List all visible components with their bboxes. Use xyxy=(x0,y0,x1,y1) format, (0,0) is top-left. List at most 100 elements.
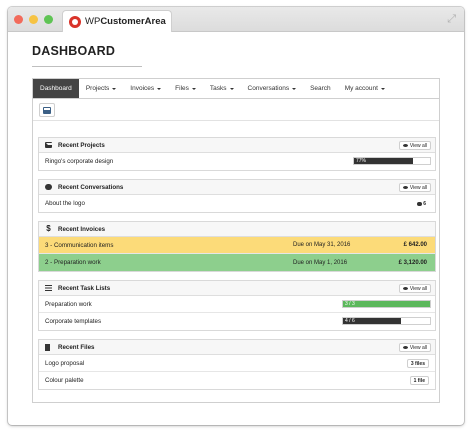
file-icon xyxy=(45,343,50,351)
recent-tasks-box: Recent Task Lists View all Preparation w… xyxy=(38,280,436,331)
recent-projects-title: Recent Projects xyxy=(58,141,105,149)
task-list-row[interactable]: Preparation work 3 / 3 xyxy=(39,296,435,313)
brand-name: WPCustomerArea xyxy=(85,16,166,27)
chevron-down-icon xyxy=(380,87,385,90)
recent-invoices-box: $ Recent Invoices 3 - Communication item… xyxy=(38,221,436,272)
conversation-row[interactable]: About the logo 6 xyxy=(39,195,435,212)
view-all-label: View all xyxy=(409,285,427,292)
recent-invoices-header: $ Recent Invoices xyxy=(39,222,435,237)
brand-suffix: CustomerArea xyxy=(100,16,166,27)
browser-tab[interactable]: WPCustomerArea xyxy=(62,10,172,32)
nav-files[interactable]: Files xyxy=(168,79,203,98)
recent-conversations-header: Recent Conversations View all xyxy=(39,180,435,195)
comments-icon xyxy=(417,201,423,206)
recent-invoices-title: Recent Invoices xyxy=(58,225,106,233)
nav-tasks-label: Tasks xyxy=(209,85,227,92)
view-all-projects-button[interactable]: View all xyxy=(398,141,431,150)
nav-dashboard[interactable]: Dashboard xyxy=(33,79,79,98)
chevron-down-icon xyxy=(157,87,162,90)
recent-projects-header: Recent Projects View all xyxy=(39,138,435,153)
view-all-tasks-button[interactable]: View all xyxy=(398,284,431,293)
window-titlebar: WPCustomerArea ⤢ xyxy=(8,7,464,32)
nav-search[interactable]: Search xyxy=(303,79,338,98)
title-divider xyxy=(32,66,142,67)
view-all-label: View all xyxy=(409,142,427,149)
eye-icon xyxy=(402,346,408,349)
maximize-window-button[interactable] xyxy=(44,15,53,24)
view-all-conversations-button[interactable]: View all xyxy=(398,183,431,192)
chevron-down-icon xyxy=(292,87,297,90)
nav-tasks[interactable]: Tasks xyxy=(203,79,241,98)
eye-icon xyxy=(402,287,408,290)
nav-conversations[interactable]: Conversations xyxy=(241,79,304,98)
recent-conversations-box: Recent Conversations View all About the … xyxy=(38,179,436,213)
task-list-name: Preparation work xyxy=(45,300,92,308)
nav-projects[interactable]: Projects xyxy=(79,79,123,98)
project-row[interactable]: Ringo's corporate design 77% xyxy=(39,153,435,170)
reply-count-badge: 6 xyxy=(414,199,429,208)
fullscreen-icon[interactable]: ⤢ xyxy=(447,13,456,26)
recent-projects-box: Recent Projects View all Ringo's corpora… xyxy=(38,137,436,171)
invoice-name: 3 - Communication items xyxy=(45,241,114,249)
chevron-down-icon xyxy=(229,87,234,90)
page-title: DASHBOARD xyxy=(32,44,116,58)
nav-my-account[interactable]: My account xyxy=(338,79,392,98)
recent-conversations-title: Recent Conversations xyxy=(58,183,124,191)
dollar-icon: $ xyxy=(46,224,51,233)
main-nav: Dashboard Projects Invoices Files Tasks … xyxy=(33,79,439,99)
file-count-badge: 3 files xyxy=(406,359,429,368)
task-progress-bar: 4 / 6 xyxy=(342,317,431,325)
brand-prefix: WP xyxy=(85,16,101,27)
nav-files-label: Files xyxy=(175,85,189,92)
task-list-name: Corporate templates xyxy=(45,318,102,325)
invoice-row[interactable]: 3 - Communication items Due on May 31, 2… xyxy=(39,237,435,254)
nav-invoices-label: Invoices xyxy=(130,85,155,92)
eye-icon xyxy=(402,144,408,147)
nav-my-account-label: My account xyxy=(344,85,378,92)
recent-tasks-title: Recent Task Lists xyxy=(58,284,111,292)
eye-icon xyxy=(402,186,408,189)
invoice-due: Due on May 31, 2016 xyxy=(293,242,351,248)
close-window-button[interactable] xyxy=(14,15,23,24)
view-all-label: View all xyxy=(409,184,427,191)
project-name: Ringo's corporate design xyxy=(45,158,114,165)
dashboard-panel: Dashboard Projects Invoices Files Tasks … xyxy=(32,78,440,403)
task-list-row[interactable]: Corporate templates 4 / 6 xyxy=(39,313,435,330)
inbox-button[interactable] xyxy=(39,103,55,117)
sub-toolbar xyxy=(33,99,439,121)
file-name: Colour palette xyxy=(45,377,84,384)
reply-count: 6 xyxy=(423,200,426,207)
task-progress-fill: 4 / 6 xyxy=(343,318,401,324)
nav-conversations-label: Conversations xyxy=(247,85,290,92)
file-name: Logo proposal xyxy=(45,359,85,367)
file-count-badge: 1 file xyxy=(409,376,429,385)
file-row[interactable]: Logo proposal 3 files xyxy=(39,355,435,372)
view-all-files-button[interactable]: View all xyxy=(398,343,431,352)
chevron-down-icon xyxy=(112,87,117,90)
invoice-name: 2 - Preparation work xyxy=(45,259,101,266)
task-progress-fill: 3 / 3 xyxy=(343,301,430,307)
invoice-amount: £ 642.00 xyxy=(403,242,427,248)
chevron-down-icon xyxy=(191,87,196,90)
project-progress-fill: 77% xyxy=(354,158,413,164)
recent-files-title: Recent Files xyxy=(58,343,95,351)
invoice-row[interactable]: 2 - Preparation work Due on May 1, 2016 … xyxy=(39,254,435,271)
page-content: DASHBOARD Dashboard Projects Invoices Fi… xyxy=(32,32,440,403)
conversation-name: About the logo xyxy=(45,200,85,207)
task-progress-bar: 3 / 3 xyxy=(342,300,431,308)
envelope-icon xyxy=(45,142,55,148)
inbox-icon xyxy=(43,106,51,114)
recent-tasks-header: Recent Task Lists View all xyxy=(39,281,435,296)
project-progress-bar: 77% xyxy=(353,157,431,165)
recent-files-box: Recent Files View all Logo proposal 3 fi… xyxy=(38,339,436,390)
browser-window: WPCustomerArea ⤢ DASHBOARD Dashboard Pro… xyxy=(8,7,464,425)
file-row[interactable]: Colour palette 1 file xyxy=(39,372,435,389)
invoice-due: Due on May 1, 2016 xyxy=(293,259,348,266)
view-all-label: View all xyxy=(409,344,427,351)
nav-projects-label: Projects xyxy=(85,85,110,92)
nav-invoices[interactable]: Invoices xyxy=(123,79,168,98)
brand-logo-icon xyxy=(69,15,81,28)
invoice-amount: £ 3,120.00 xyxy=(398,259,427,266)
recent-files-header: Recent Files View all xyxy=(39,340,435,355)
minimize-window-button[interactable] xyxy=(29,15,38,24)
